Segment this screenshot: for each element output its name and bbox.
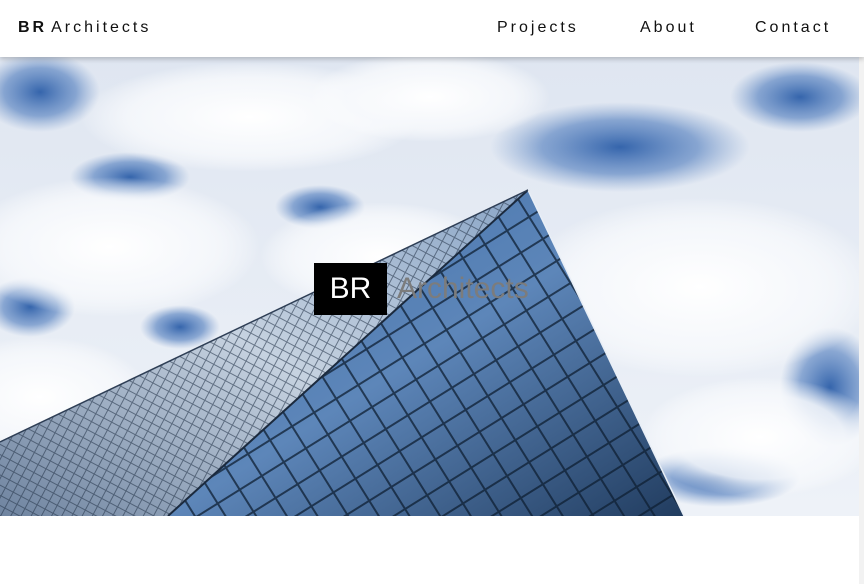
top-navbar: BR Architects Projects About Contact (0, 0, 864, 57)
nav-link-projects[interactable]: Projects (497, 19, 579, 37)
logo-text: Architects (51, 19, 152, 36)
hero-title-initials: BR (314, 263, 387, 315)
logo-initials: BR (18, 19, 48, 36)
hero-title-text: Architects (397, 272, 529, 305)
page-scrollbar[interactable] (859, 0, 864, 584)
nav-link-contact[interactable]: Contact (755, 19, 831, 37)
hero-title: BR Architects (314, 263, 529, 315)
site-logo[interactable]: BR Architects (18, 19, 151, 37)
hero-banner: BR Architects (0, 57, 859, 516)
page: BR Architects Projects About Contact BR … (0, 0, 864, 584)
nav-link-about[interactable]: About (640, 19, 697, 37)
